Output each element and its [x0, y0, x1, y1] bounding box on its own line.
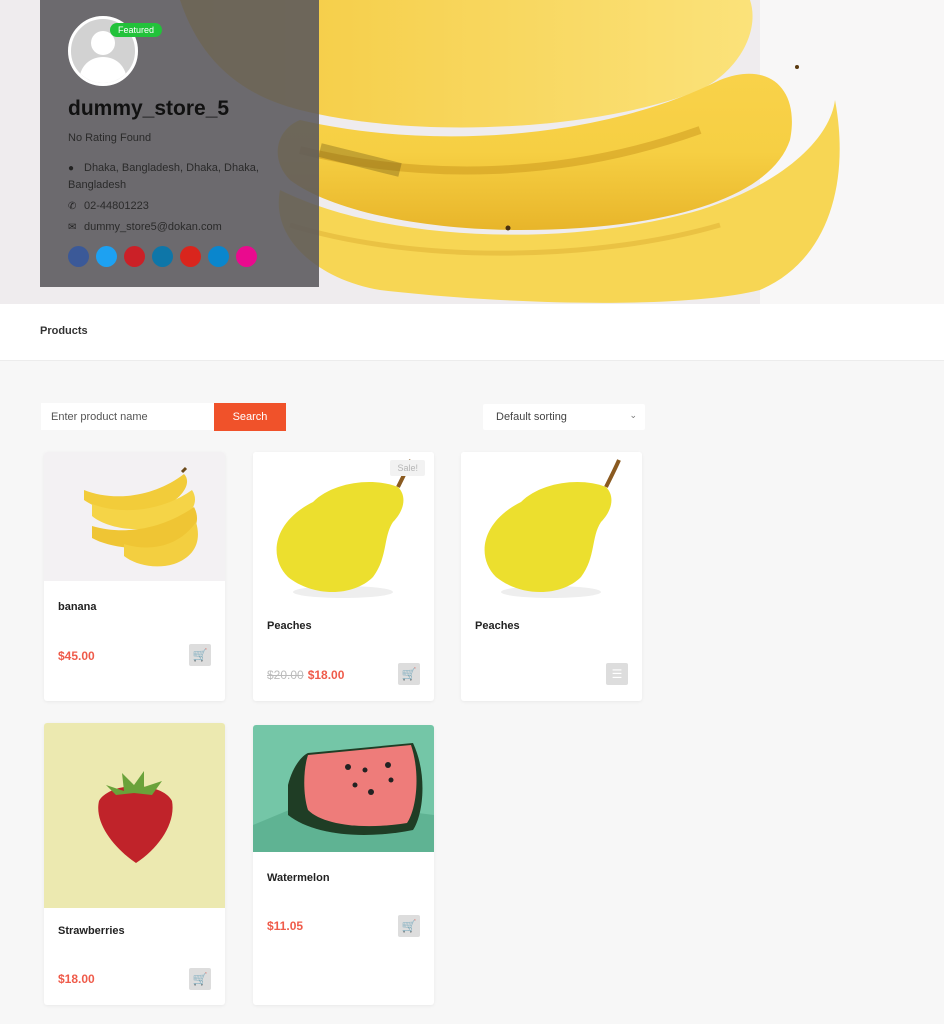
map-marker-icon: ●: [68, 163, 75, 174]
store-name: dummy_store_5: [68, 97, 230, 120]
dribbble-icon[interactable]: [236, 246, 257, 267]
product-price: $11.05: [267, 919, 303, 933]
add-to-cart-button[interactable]: 🛒: [189, 968, 211, 990]
watermelon-image: [253, 743, 434, 852]
product-card[interactable]: banana $45.00 🛒: [44, 452, 225, 701]
product-price: $20.00 $18.00: [267, 668, 344, 682]
product-title[interactable]: Strawberries: [58, 925, 125, 937]
linkedin-icon[interactable]: [152, 246, 173, 267]
cart-icon: 🛒: [192, 648, 208, 662]
current-price: $11.05: [267, 919, 304, 933]
banana-image: [84, 466, 198, 567]
store-phone: ✆ 02-44801223: [68, 198, 149, 215]
product-search-input[interactable]: [41, 403, 214, 430]
product-title[interactable]: Peaches: [475, 620, 520, 632]
cart-icon: 🛒: [401, 667, 417, 681]
cart-icon: 🛒: [192, 972, 208, 986]
current-price: $18.00: [58, 972, 95, 986]
store-profile-card: Featured dummy_store_5 No Rating Found ●…: [40, 0, 319, 287]
product-card[interactable]: Sale! Peaches $20.00 $18.00 🛒: [253, 452, 434, 701]
featured-badge: Featured: [110, 23, 163, 37]
product-price: $45.00: [58, 649, 95, 663]
sort-selected-value: Default sorting: [496, 411, 567, 423]
product-image-pear[interactable]: [461, 452, 642, 603]
cart-icon: 🛒: [401, 919, 417, 933]
phone-icon: ✆: [68, 201, 77, 212]
search-button[interactable]: Search: [214, 403, 286, 431]
store-tabs: Products: [0, 304, 944, 361]
youtube-icon[interactable]: [180, 246, 201, 267]
product-title[interactable]: Peaches: [267, 620, 312, 632]
social-links: [68, 246, 257, 267]
facebook-icon[interactable]: [68, 246, 89, 267]
store-address-text: Dhaka, Bangladesh, Dhaka, Dhaka, Banglad…: [68, 162, 259, 191]
twitter-icon[interactable]: [96, 246, 117, 267]
current-price: $45.00: [58, 649, 95, 663]
chevron-down-icon: ⌄: [629, 410, 637, 420]
store-address: ● Dhaka, Bangladesh, Dhaka, Dhaka, Bangla…: [68, 160, 268, 194]
add-to-cart-button[interactable]: 🛒: [398, 915, 420, 937]
store-email-text[interactable]: dummy_store5@dokan.com: [84, 221, 222, 233]
store-banner: Featured dummy_store_5 No Rating Found ●…: [0, 0, 944, 304]
product-image-watermelon[interactable]: [253, 725, 434, 852]
store-rating: No Rating Found: [68, 132, 152, 144]
pinterest-icon[interactable]: [124, 246, 145, 267]
product-title[interactable]: Watermelon: [267, 872, 330, 884]
tab-products[interactable]: Products: [40, 325, 88, 337]
add-to-cart-button[interactable]: 🛒: [398, 663, 420, 685]
product-card[interactable]: Watermelon $11.05 🛒: [253, 725, 434, 1005]
regular-price: $20.00: [267, 668, 304, 682]
product-image-banana[interactable]: [44, 452, 225, 581]
strawberry-image: [98, 771, 173, 863]
flickr-icon[interactable]: [208, 246, 229, 267]
sale-badge: Sale!: [390, 460, 425, 476]
product-card[interactable]: Peaches ☰: [461, 452, 642, 701]
sort-select[interactable]: Default sorting ⌄: [483, 404, 645, 430]
sale-price: $18.00: [307, 668, 345, 682]
select-options-button[interactable]: ☰: [606, 663, 628, 685]
pear-image: [484, 459, 621, 598]
store-email: ✉ dummy_store5@dokan.com: [68, 219, 222, 236]
store-phone-text: 02-44801223: [84, 200, 149, 212]
product-card[interactable]: Strawberries $18.00 🛒: [44, 723, 225, 1005]
add-to-cart-button[interactable]: 🛒: [189, 644, 211, 666]
product-title[interactable]: banana: [58, 601, 97, 613]
product-image-strawberry[interactable]: [44, 723, 225, 908]
envelope-icon: ✉: [68, 222, 77, 233]
product-price: $18.00: [58, 972, 95, 986]
list-icon: ☰: [611, 667, 623, 681]
